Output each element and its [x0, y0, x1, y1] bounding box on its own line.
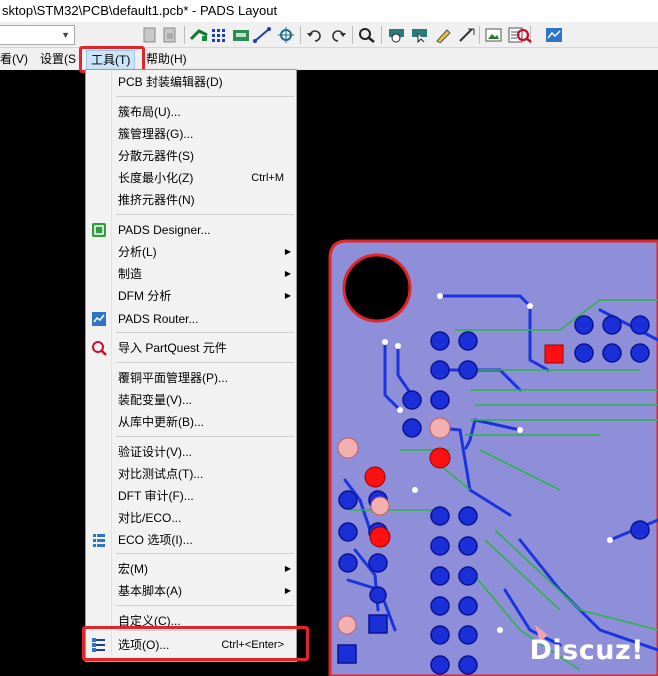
pads-grid-icon[interactable] — [210, 25, 230, 45]
menu-item-label: 装配变量(V)... — [118, 393, 192, 407]
tools-dropdown-menu: PCB 封装编辑器(D) 簇布局(U)... 簇管理器(G)... 分散元器件(S) 长… — [85, 69, 297, 662]
router-icon[interactable] — [544, 25, 564, 45]
menu-item-dft-audit[interactable]: DFT 审计(F)... — [86, 485, 296, 507]
layer-icon[interactable] — [231, 25, 251, 45]
window-title: sktop\STM32\PCB\default1.pcb* - PADS Lay… — [0, 0, 658, 22]
layer-combo[interactable]: ▼ — [0, 25, 75, 45]
menu-item-label: PCB 封装编辑器(D) — [118, 75, 223, 89]
menu-separator — [116, 553, 294, 554]
menu-item-label: 自定义(C)... — [118, 614, 181, 628]
menu-item-cluster-placement[interactable]: 簇布局(U)... — [86, 101, 296, 123]
menu-item-verify-design[interactable]: 验证设计(V)... — [86, 441, 296, 463]
page-icon[interactable] — [140, 25, 160, 45]
menu-item-label: 验证设计(V)... — [118, 445, 192, 459]
menu-item-label: 对比/ECO... — [118, 511, 182, 525]
menu-item-label: ECO 选项(I)... — [118, 533, 193, 547]
menu-item-nudge-components[interactable]: 推挤元器件(N) — [86, 189, 296, 211]
menu-item-update-from-library[interactable]: 从库中更新(B)... — [86, 411, 296, 433]
menu-item-pads-router[interactable]: PADS Router... — [86, 308, 296, 330]
menu-item-customize[interactable]: 自定义(C)... — [86, 610, 296, 632]
menu-item-shortcut: Ctrl+M — [251, 172, 284, 184]
partquest-icon — [91, 340, 107, 356]
menu-item-cluster-manager[interactable]: 簇管理器(G)... — [86, 123, 296, 145]
submenu-arrow-icon: ▶ — [284, 586, 291, 595]
menu-item-shortcut: Ctrl+<Enter> — [221, 639, 284, 651]
zoom-icon[interactable] — [357, 25, 377, 45]
menu-item-options[interactable]: 选项(O)... Ctrl+<Enter> — [86, 634, 296, 656]
menu-item-label: 宏(M) — [118, 562, 148, 576]
menu-item-label: 从库中更新(B)... — [118, 415, 204, 429]
menu-item-compare-eco[interactable]: 对比/ECO... — [86, 507, 296, 529]
menu-item-pads-designer[interactable]: PADS Designer... — [86, 219, 296, 241]
menu-item-label: 覆铜平面管理器(P)... — [118, 371, 228, 385]
menu-separator — [116, 436, 294, 437]
menu-item-pour-manager[interactable]: 覆铜平面管理器(P)... — [86, 367, 296, 389]
watermark: Discuz! — [529, 635, 644, 666]
menu-item-analysis[interactable]: 分析(L) ▶ — [86, 241, 296, 263]
submenu-arrow-icon: ▶ — [284, 291, 291, 300]
draw-icon[interactable] — [457, 25, 477, 45]
menu-item-pcb-footprint-editor[interactable]: PCB 封装编辑器(D) — [86, 71, 296, 93]
menu-item-label: 制造 — [118, 267, 143, 281]
menu-item-import-partquest[interactable]: 导入 PartQuest 元件 — [86, 337, 296, 359]
chevron-down-icon[interactable]: ▼ — [61, 30, 70, 40]
menu-item-fabrication[interactable]: 制造 ▶ — [86, 263, 296, 285]
pads-designer-icon — [91, 222, 107, 238]
submenu-arrow-icon: ▶ — [284, 269, 291, 278]
menu-item-label: 簇管理器(G)... — [118, 127, 194, 141]
toolbar: ▼ — [0, 22, 658, 48]
route-icon[interactable] — [189, 25, 209, 45]
highlight-icon[interactable] — [433, 25, 453, 45]
menu-separator — [116, 214, 294, 215]
menu-item-label: 分析(L) — [118, 245, 157, 259]
submenu-arrow-icon: ▶ — [284, 247, 291, 256]
via-icon[interactable] — [276, 25, 296, 45]
menu-separator — [116, 362, 294, 363]
menu-item-label: 长度最小化(Z) — [118, 171, 194, 185]
menu-item-label: PADS Router... — [118, 312, 199, 326]
wire-icon[interactable] — [252, 25, 272, 45]
menu-item-compare-testpoints[interactable]: 对比测试点(T)... — [86, 463, 296, 485]
menu-setup[interactable]: 设置(S — [40, 48, 76, 70]
menu-item-label: DFT 审计(F)... — [118, 489, 194, 503]
menu-separator — [116, 96, 294, 97]
menu-item-length-minimize[interactable]: 长度最小化(Z) Ctrl+M — [86, 167, 296, 189]
image-icon[interactable] — [484, 25, 504, 45]
menu-view[interactable]: 看(V) — [0, 48, 28, 70]
pads-router-icon — [91, 311, 107, 327]
eco-options-icon — [91, 532, 107, 548]
options-icon — [91, 637, 107, 653]
menu-item-disperse-components[interactable]: 分散元器件(S) — [86, 145, 296, 167]
menu-item-label: 导入 PartQuest 元件 — [118, 341, 227, 355]
menu-item-label: PADS Designer... — [118, 223, 211, 237]
menubar: 看(V) 设置(S 工具(T) 帮助(H) — [0, 48, 658, 70]
menu-item-label: 对比测试点(T)... — [118, 467, 204, 481]
menu-item-assembly-variants[interactable]: 装配变量(V)... — [86, 389, 296, 411]
menu-tools[interactable]: 工具(T) — [86, 50, 136, 70]
menu-item-label: 推挤元器件(N) — [118, 193, 195, 207]
undo-icon[interactable] — [305, 25, 325, 45]
page-copy-icon[interactable] — [160, 25, 180, 45]
menu-item-basic-scripts[interactable]: 基本脚本(A) ▶ — [86, 580, 296, 602]
submenu-arrow-icon: ▶ — [284, 564, 291, 573]
partquest-icon[interactable] — [514, 25, 534, 45]
menu-help[interactable]: 帮助(H) — [146, 48, 187, 70]
menu-item-eco-options[interactable]: ECO 选项(I)... — [86, 529, 296, 551]
menu-separator — [116, 605, 294, 606]
menu-item-dfm-analysis[interactable]: DFM 分析 ▶ — [86, 285, 296, 307]
menu-item-macro[interactable]: 宏(M) ▶ — [86, 558, 296, 580]
select-filter-icon[interactable] — [387, 25, 407, 45]
menu-item-label: 基本脚本(A) — [118, 584, 182, 598]
menu-separator — [116, 332, 294, 333]
menu-item-label: DFM 分析 — [118, 289, 172, 303]
menu-item-label: 簇布局(U)... — [118, 105, 181, 119]
menu-item-label: 分散元器件(S) — [118, 149, 194, 163]
redo-icon[interactable] — [328, 25, 348, 45]
menu-item-label: 选项(O)... — [118, 638, 170, 652]
select-icon[interactable] — [410, 25, 430, 45]
